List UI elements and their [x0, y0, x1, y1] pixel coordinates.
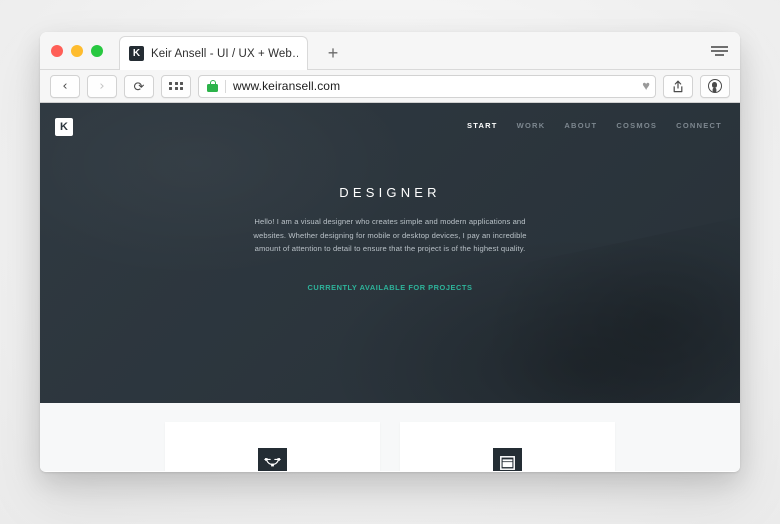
- minimize-window-button[interactable]: [71, 45, 83, 57]
- url-text: www.keiransell.com: [233, 79, 341, 93]
- browser-tab[interactable]: K Keir Ansell - UI / UX + Web…: [119, 36, 308, 70]
- page-viewport: K START WORK ABOUT COSMOS CONNECT DESIGN…: [40, 103, 740, 471]
- k-monogram-logo[interactable]: K: [55, 118, 73, 136]
- nav-item-about[interactable]: ABOUT: [564, 121, 597, 130]
- service-card-web[interactable]: [400, 422, 615, 471]
- forward-button[interactable]: ›: [87, 74, 117, 98]
- nav-item-work[interactable]: WORK: [517, 121, 546, 130]
- account-avatar-icon: [708, 79, 722, 93]
- traffic-lights: [51, 45, 103, 57]
- share-upload-icon: [673, 80, 683, 92]
- services-section: [40, 403, 740, 471]
- hero-content: DESIGNER Hello! I am a visual designer w…: [40, 185, 740, 292]
- share-button[interactable]: [663, 74, 693, 98]
- apps-grid-button[interactable]: [161, 74, 191, 98]
- sort-lines-icon[interactable]: [708, 41, 730, 61]
- url-divider: [225, 79, 226, 93]
- maximize-window-button[interactable]: [91, 45, 103, 57]
- tab-strip: K Keir Ansell - UI / UX + Web… +: [40, 32, 740, 70]
- apps-grid-icon: [169, 81, 183, 91]
- site-navigation: START WORK ABOUT COSMOS CONNECT: [467, 121, 722, 130]
- hero-title: DESIGNER: [339, 185, 441, 200]
- browser-window-glyph: [500, 455, 515, 470]
- browser-window-icon: [493, 448, 522, 471]
- bezier-curve-icon: [258, 448, 287, 471]
- close-window-button[interactable]: [51, 45, 63, 57]
- address-bar[interactable]: www.keiransell.com ♥: [198, 74, 656, 98]
- browser-window: K Keir Ansell - UI / UX + Web… + ‹ › ⟳ w…: [40, 32, 740, 472]
- nav-item-start[interactable]: START: [467, 121, 498, 130]
- hero-section: K START WORK ABOUT COSMOS CONNECT DESIGN…: [40, 103, 740, 403]
- reload-button[interactable]: ⟳: [124, 74, 154, 98]
- bezier-curve-glyph: [264, 458, 281, 467]
- heart-icon[interactable]: ♥: [642, 79, 650, 92]
- chevron-left-icon: ‹: [62, 78, 68, 94]
- back-button[interactable]: ‹: [50, 74, 80, 98]
- browser-toolbar: ‹ › ⟳ www.keiransell.com ♥: [40, 70, 740, 103]
- availability-badge[interactable]: CURRENTLY AVAILABLE FOR PROJECTS: [40, 283, 740, 292]
- nav-item-connect[interactable]: CONNECT: [676, 121, 722, 130]
- browser-tab-title: Keir Ansell - UI / UX + Web…: [151, 47, 298, 60]
- service-card-design[interactable]: [165, 422, 380, 471]
- new-tab-button[interactable]: +: [322, 42, 344, 64]
- nav-item-cosmos[interactable]: COSMOS: [616, 121, 657, 130]
- hero-paragraph: Hello! I am a visual designer who create…: [253, 217, 527, 254]
- profile-button[interactable]: [700, 74, 730, 98]
- padlock-secure-icon: [207, 80, 218, 92]
- reload-icon: ⟳: [133, 78, 145, 94]
- chevron-right-icon: ›: [99, 78, 105, 94]
- k-monogram-favicon: K: [129, 46, 144, 61]
